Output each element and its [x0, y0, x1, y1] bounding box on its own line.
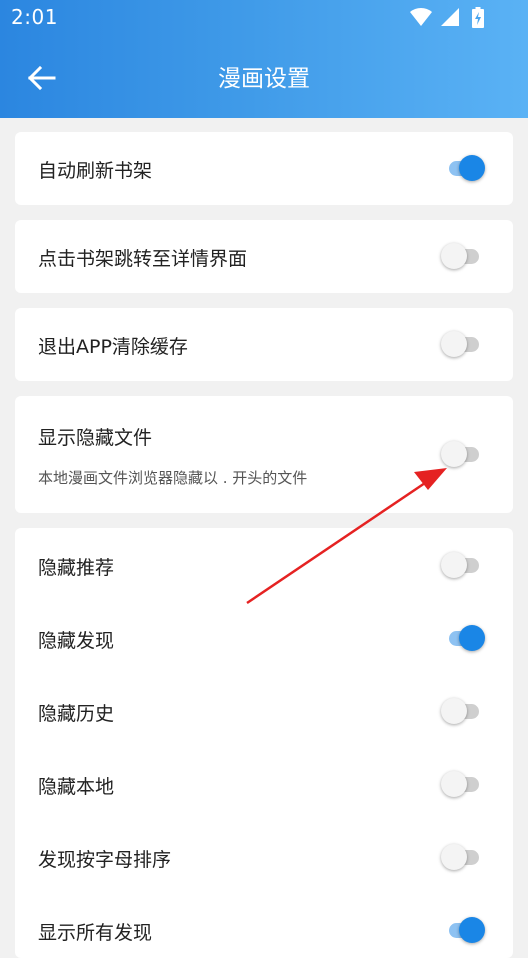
setting-description: 本地漫画文件浏览器隐藏以 . 开头的文件: [38, 469, 308, 487]
setting-label: 发现按字母排序: [38, 849, 172, 871]
setting-hide-history[interactable]: 隐藏历史: [15, 674, 513, 747]
setting-label: 隐藏发现: [38, 630, 115, 652]
auto-refresh-switch[interactable]: [441, 151, 487, 185]
battery-icon: [472, 7, 484, 32]
setting-hide-recommend[interactable]: 隐藏推荐: [15, 528, 513, 601]
discover-alpha-sort-switch[interactable]: [441, 840, 487, 874]
status-time: 2:01: [11, 5, 58, 29]
setting-label: 自动刷新书架: [38, 160, 153, 182]
click-to-detail-switch[interactable]: [441, 239, 487, 273]
clear-cache-switch[interactable]: [441, 327, 487, 361]
setting-hide-local[interactable]: 隐藏本地: [15, 747, 513, 820]
setting-click-to-detail[interactable]: 点击书架跳转至详情界面: [15, 220, 513, 293]
show-all-discover-switch[interactable]: [441, 913, 487, 947]
hide-recommend-switch[interactable]: [441, 548, 487, 582]
signal-icon: [440, 7, 460, 31]
hide-discover-switch[interactable]: [441, 621, 487, 655]
setting-label: 点击书架跳转至详情界面: [38, 248, 248, 270]
setting-auto-refresh[interactable]: 自动刷新书架: [15, 132, 513, 205]
setting-label: 隐藏本地: [38, 776, 115, 798]
status-bar: 2:01: [0, 0, 528, 36]
setting-label: 隐藏推荐: [38, 557, 115, 579]
setting-discover-alpha-sort[interactable]: 发现按字母排序: [15, 820, 513, 893]
setting-label: 显示所有发现: [38, 922, 153, 944]
setting-label: 退出APP清除缓存: [38, 336, 188, 358]
setting-label: 显示隐藏文件: [38, 427, 153, 449]
app-bar: 漫画设置: [0, 36, 528, 118]
show-hidden-files-switch[interactable]: [441, 437, 487, 471]
page-title: 漫画设置: [218, 66, 310, 92]
hide-local-switch[interactable]: [441, 767, 487, 801]
setting-show-hidden-files[interactable]: 显示隐藏文件 本地漫画文件浏览器隐藏以 . 开头的文件: [15, 396, 513, 513]
setting-hide-discover[interactable]: 隐藏发现: [15, 601, 513, 674]
header: 2:01 漫画设置: [0, 0, 528, 118]
setting-label: 隐藏历史: [38, 703, 115, 725]
setting-show-all-discover[interactable]: 显示所有发现: [15, 893, 513, 958]
home-tabs-group: 隐藏推荐 隐藏发现 隐藏历史 隐藏本地 发现按字母排序 显示所有发现: [15, 528, 513, 958]
setting-clear-cache[interactable]: 退出APP清除缓存: [15, 308, 513, 381]
wifi-icon: [410, 7, 432, 31]
hide-history-switch[interactable]: [441, 694, 487, 728]
